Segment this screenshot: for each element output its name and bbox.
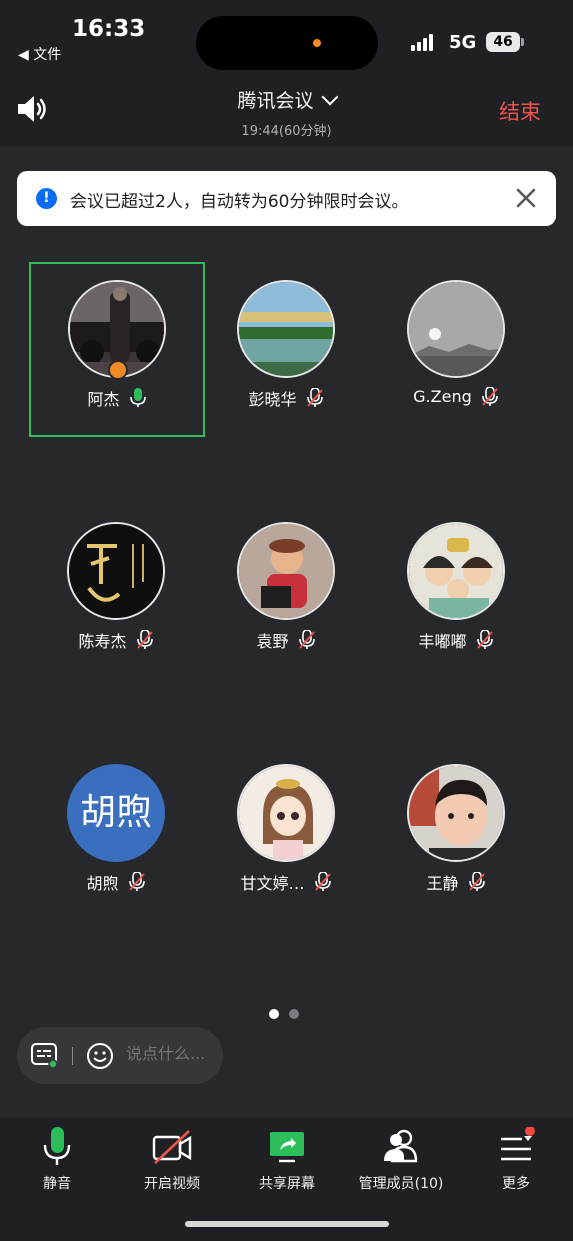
participant-name: 袁野 [256, 632, 289, 651]
chevron-down-icon [321, 88, 338, 106]
start-video-button[interactable]: 开启视频 [115, 1127, 229, 1193]
participant-tile[interactable]: 彭晓华 [201, 262, 371, 432]
network-type: 5G [449, 32, 477, 53]
home-indicator[interactable] [185, 1221, 389, 1227]
status-time: 16:33 [72, 16, 146, 42]
mic-muted-icon [298, 630, 315, 649]
mute-button[interactable]: 静音 [0, 1127, 114, 1193]
mic-muted-icon [306, 388, 323, 407]
participant-tile[interactable]: G.Zeng [371, 262, 541, 432]
mic-muted-icon [314, 872, 331, 891]
participant-tile[interactable]: 甘文婷… [201, 746, 371, 916]
meeting-duration: 19:44(60分钟) [241, 124, 332, 139]
mic-active-icon [129, 388, 146, 407]
members-icon [384, 1129, 418, 1163]
privacy-indicator-icon [313, 39, 321, 47]
avatar [237, 522, 335, 620]
avatar [407, 280, 505, 378]
participant-name: 彭晓华 [248, 390, 297, 409]
time-limit-notice: ! 会议已超过2人，自动转为60分钟限时会议。 [17, 171, 556, 226]
participant-name: 陈寿杰 [78, 632, 127, 651]
chat-input[interactable] [126, 1044, 216, 1063]
participant-name: 阿杰 [87, 390, 120, 409]
close-icon[interactable] [514, 186, 538, 210]
page-dot-active [269, 1009, 279, 1019]
status-bar: 16:33 ◀ 文件 5G 46 [0, 0, 573, 80]
emoji-icon[interactable] [86, 1042, 114, 1070]
share-screen-button[interactable]: 共享屏幕 [230, 1127, 344, 1193]
participant-tile[interactable]: 胡煦 胡煦 [31, 746, 201, 916]
page-indicator[interactable] [269, 1004, 309, 1023]
avatar [237, 764, 335, 862]
page-dot [289, 1009, 299, 1019]
meeting-title: 腾讯会议 [237, 90, 314, 112]
manage-members-button[interactable]: 管理成员(10) [344, 1127, 458, 1193]
manage-members-label: 管理成员(10) [358, 1176, 444, 1192]
avatar [67, 522, 165, 620]
host-badge-icon [108, 360, 128, 380]
avatar [407, 522, 505, 620]
participant-tile[interactable]: 王静 [371, 746, 541, 916]
notice-text: 会议已超过2人，自动转为60分钟限时会议。 [70, 192, 409, 212]
mic-muted-icon [136, 630, 153, 649]
participant-tile[interactable]: 陈寿杰 [31, 504, 201, 674]
video-off-icon [152, 1130, 192, 1164]
end-meeting-button[interactable]: 结束 [499, 96, 541, 126]
divider [72, 1047, 73, 1065]
mute-label: 静音 [43, 1176, 71, 1192]
participant-name: 胡煦 [86, 874, 119, 893]
dynamic-island [196, 16, 378, 70]
participant-name: G.Zeng [413, 387, 472, 406]
avatar-initials: 胡煦 [67, 764, 165, 862]
share-screen-icon [270, 1132, 304, 1163]
battery-icon: 46 [486, 32, 524, 52]
mic-muted-icon [128, 872, 145, 891]
mic-icon [43, 1127, 71, 1165]
more-menu-icon [501, 1127, 535, 1161]
participant-tile[interactable]: 丰嘟嘟 [371, 504, 541, 674]
start-video-label: 开启视频 [144, 1176, 200, 1192]
signal-icon [411, 33, 439, 51]
subtitles-icon[interactable] [31, 1043, 59, 1069]
mic-muted-icon [482, 386, 498, 406]
avatar [237, 280, 335, 378]
mic-muted-icon [476, 630, 493, 649]
chat-bar[interactable] [17, 1027, 223, 1084]
participant-name: 王静 [426, 874, 459, 893]
mic-muted-icon [468, 872, 485, 891]
more-button[interactable]: 更多 [459, 1127, 573, 1193]
meeting-title-dropdown[interactable]: 腾讯会议 [0, 86, 573, 113]
participant-tile[interactable]: 袁野 [201, 504, 371, 674]
participant-name: 甘文婷… [240, 874, 305, 893]
avatar [407, 764, 505, 862]
info-icon: ! [36, 188, 57, 209]
participant-tile[interactable]: 阿杰 [29, 262, 205, 437]
share-screen-label: 共享屏幕 [259, 1176, 315, 1192]
meeting-header: 腾讯会议 19:44(60分钟) 结束 [0, 80, 573, 146]
more-label: 更多 [502, 1176, 530, 1192]
participant-name: 丰嘟嘟 [418, 632, 467, 651]
back-to-app-link[interactable]: ◀ 文件 [18, 44, 61, 64]
